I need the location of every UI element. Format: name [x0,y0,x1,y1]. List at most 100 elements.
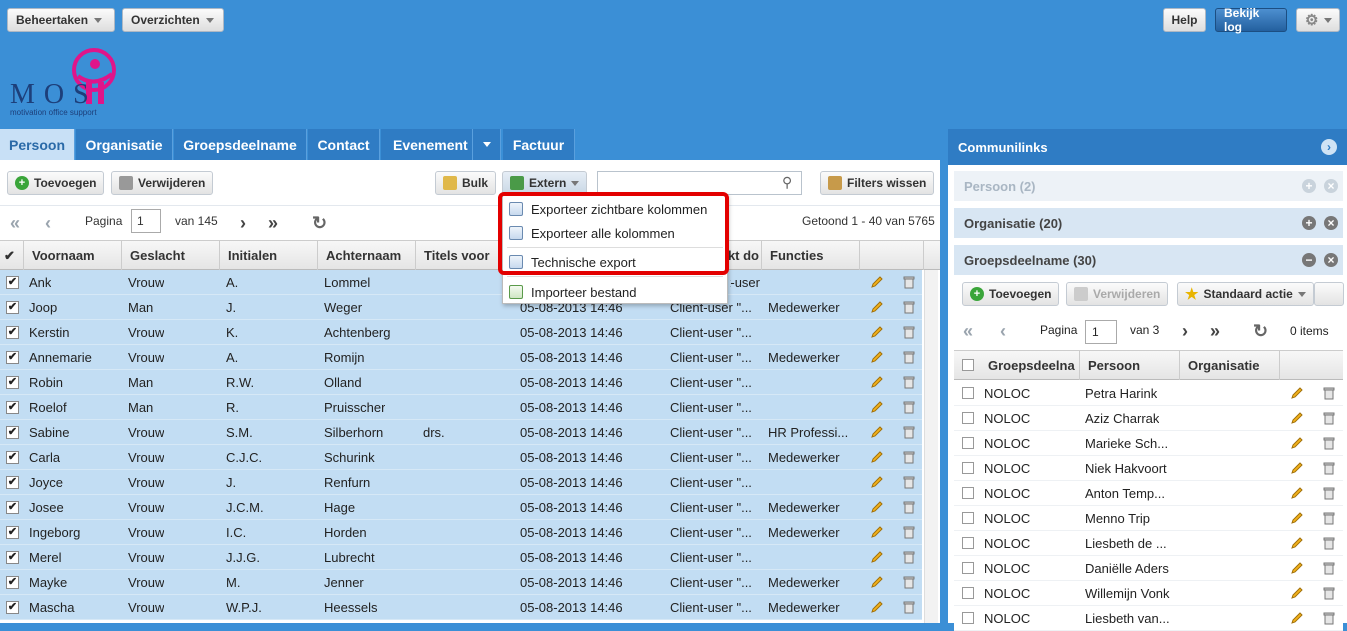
row-checkbox[interactable] [962,437,974,449]
row-checkbox[interactable] [962,387,974,399]
overzichten-menu[interactable]: Overzichten [122,8,224,32]
edit-icon[interactable] [1290,411,1304,425]
grid-scrollbar[interactable] [924,270,938,623]
row-checkbox[interactable] [962,512,974,524]
edit-icon[interactable] [870,425,884,439]
list-item[interactable]: NOLOC Anton Temp... [954,481,1343,506]
section-organisatie[interactable]: Organisatie (20) + × [954,208,1343,238]
refresh-icon[interactable]: ↻ [312,214,327,232]
trash-icon[interactable] [902,550,916,564]
first-page-icon[interactable]: « [963,322,973,340]
plus-icon[interactable]: + [1302,216,1316,230]
edit-icon[interactable] [1290,436,1304,450]
list-item[interactable]: NOLOC Liesbeth van... [954,606,1343,631]
minus-icon[interactable]: − [1302,253,1316,267]
trash-icon[interactable] [902,300,916,314]
row-checkbox[interactable]: ✔ [6,401,19,414]
row-checkbox[interactable]: ✔ [6,576,19,589]
trash-icon[interactable] [902,450,916,464]
table-row[interactable]: ✔ Sabine Vrouw S.M. Silberhorn drs. 05-08-2013… [0,420,922,445]
list-item[interactable]: NOLOC Liesbeth de ... [954,531,1343,556]
col-persoon[interactable]: Persoon [1080,351,1180,380]
tab-persoon[interactable]: Persoon [0,129,75,160]
table-row[interactable]: ✔ Josee Vrouw J.C.M. Hage 05-08-2013 14:46 Cli… [0,495,922,520]
search-icon[interactable]: ⚲ [782,174,792,191]
row-checkbox[interactable]: ✔ [6,501,19,514]
col-organisatie[interactable]: Organisatie [1180,351,1280,380]
col-achternaam[interactable]: Achternaam [318,241,416,270]
trash-icon[interactable] [902,475,916,489]
edit-icon[interactable] [870,375,884,389]
edit-icon[interactable] [870,450,884,464]
table-row[interactable]: ✔ Annemarie Vrouw A. Romijn 05-08-2013 14:46 C… [0,345,922,370]
verwijderen-button[interactable]: Verwijderen [111,171,214,195]
tab-contact[interactable]: Contact [308,129,380,160]
evenement-dropdown[interactable] [472,129,500,160]
row-checkbox[interactable]: ✔ [6,426,19,439]
trash-icon[interactable] [1322,461,1336,475]
edit-icon[interactable] [870,400,884,414]
row-checkbox[interactable]: ✔ [6,301,19,314]
edit-icon[interactable] [870,525,884,539]
col-geslacht[interactable]: Geslacht [122,241,220,270]
edit-icon[interactable] [1290,486,1304,500]
list-item[interactable]: NOLOC Aziz Charrak [954,406,1343,431]
page-input[interactable]: 1 [131,209,161,233]
trash-icon[interactable] [1322,436,1336,450]
rp-select-all-checkbox[interactable] [962,359,974,371]
next-page-icon[interactable]: › [240,214,246,232]
standaard-actie-button[interactable]: ★ Standaard actie [1177,282,1314,306]
rp-verwijderen-button[interactable]: Verwijderen [1066,282,1169,306]
trash-icon[interactable] [902,575,916,589]
col-initialen[interactable]: Initialen [220,241,318,270]
list-item[interactable]: NOLOC Willemijn Vonk [954,581,1343,606]
row-checkbox[interactable] [962,612,974,624]
table-row[interactable]: ✔ Ank Vrouw A. Lommel [0,270,922,295]
table-row[interactable]: ✔ Joyce Vrouw J. Renfurn 05-08-2013 14:46 Clie… [0,470,922,495]
col-voornaam[interactable]: Voornaam [24,241,122,270]
filters-wissen-button[interactable]: Filters wissen [820,171,935,195]
edit-icon[interactable] [870,350,884,364]
row-checkbox[interactable]: ✔ [6,326,19,339]
edit-icon[interactable] [870,600,884,614]
trash-icon[interactable] [902,375,916,389]
select-all-checkbox[interactable]: ✔ [0,241,24,270]
close-icon[interactable]: × [1324,253,1338,267]
settings-menu[interactable]: ⚙ [1296,8,1340,32]
trash-icon[interactable] [902,350,916,364]
row-checkbox[interactable]: ✔ [6,351,19,364]
edit-icon[interactable] [870,550,884,564]
edit-icon[interactable] [870,575,884,589]
row-checkbox[interactable]: ✔ [6,551,19,564]
edit-icon[interactable] [1290,461,1304,475]
refresh-icon[interactable]: ↻ [1253,322,1268,340]
edit-icon[interactable] [870,475,884,489]
list-item[interactable]: NOLOC Petra Harink [954,381,1343,406]
table-row[interactable]: ✔ Kerstin Vrouw K. Achtenberg 05-08-2013 14:4… [0,320,922,345]
trash-icon[interactable] [1322,511,1336,525]
row-checkbox[interactable] [962,587,974,599]
collapse-panel-icon[interactable]: › [1321,139,1337,155]
section-groepsdeelname[interactable]: Groepsdeelname (30) − × [954,245,1343,275]
rp-page-input[interactable]: 1 [1085,320,1117,344]
next-page-icon[interactable]: › [1182,322,1188,340]
list-item[interactable]: NOLOC Daniëlle Aders [954,556,1343,581]
trash-icon[interactable] [902,600,916,614]
trash-icon[interactable] [1322,561,1336,575]
row-checkbox[interactable] [962,412,974,424]
col-functies[interactable]: Functies [762,241,860,270]
trash-icon[interactable] [902,275,916,289]
bulk-button[interactable]: Bulk [435,171,497,195]
tab-factuur[interactable]: Factuur [503,129,575,160]
toevoegen-button[interactable]: + Toevoegen [7,171,105,195]
trash-icon[interactable] [902,500,916,514]
row-checkbox[interactable]: ✔ [6,276,19,289]
table-row[interactable]: ✔ Roelof Man R. Pruisscher 05-08-2013 14:46 Cl… [0,395,922,420]
trash-icon[interactable] [902,425,916,439]
help-button[interactable]: Help [1163,8,1206,32]
row-checkbox[interactable] [962,462,974,474]
edit-icon[interactable] [1290,561,1304,575]
row-checkbox[interactable] [962,487,974,499]
close-icon[interactable]: × [1324,179,1338,193]
row-checkbox[interactable]: ✔ [6,451,19,464]
